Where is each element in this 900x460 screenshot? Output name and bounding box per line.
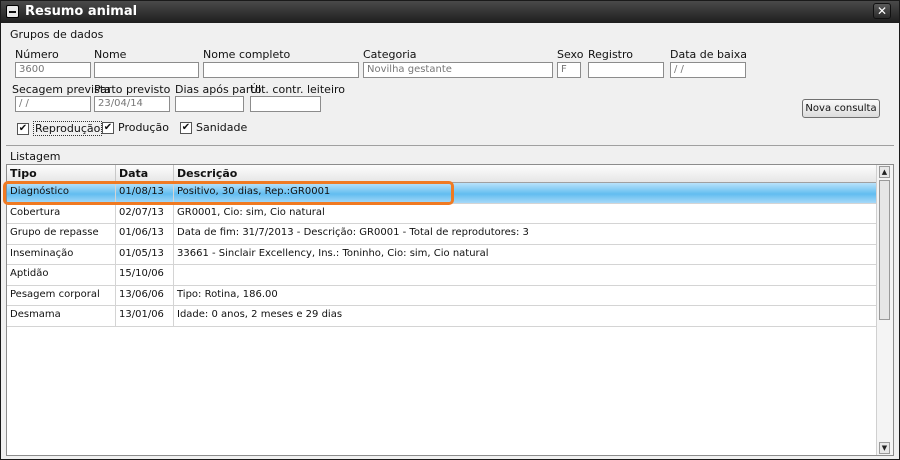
cell-descricao — [174, 265, 878, 285]
nome-completo-field[interactable] — [203, 62, 359, 78]
numero-label: Número — [15, 48, 59, 61]
cell-tipo: Cobertura — [7, 203, 116, 223]
categoria-field[interactable]: Novilha gestante — [363, 62, 553, 78]
categoria-label: Categoria — [363, 48, 417, 61]
cell-descricao: Tipo: Rotina, 186.00 — [177, 288, 278, 300]
check-icon: ✔ — [17, 122, 29, 135]
check-icon: ✔ — [180, 121, 192, 134]
table-row[interactable]: Inseminação 01/05/13 33661 - Sinclair Ex… — [7, 244, 878, 265]
cell-data: 13/01/06 — [116, 306, 174, 326]
table-row[interactable]: Desmama 13/01/06 Idade: 0 anos, 2 meses … — [7, 306, 878, 327]
highlight-annotation — [3, 181, 454, 205]
title-bar: Resumo animal ✕ — [1, 1, 899, 23]
nome-field[interactable] — [94, 62, 199, 78]
cell-descricao: Idade: 0 anos, 2 meses e 29 dias — [177, 309, 343, 320]
header-descricao[interactable]: Descrição — [174, 165, 878, 182]
cell-tipo: Pesagem corporal — [7, 285, 116, 305]
cell-data: 15/10/06 — [116, 265, 174, 285]
header-tipo[interactable]: Tipo — [7, 165, 116, 182]
cell-descricao: Data de fim: 31/7/2013 - Descrição: GR00… — [177, 227, 529, 238]
reproducao-label: Reprodução — [33, 121, 103, 136]
scroll-up-icon[interactable]: ▲ — [879, 166, 890, 178]
cell-descricao: GR0001, Cio: sim, Cio natural — [177, 206, 325, 218]
listagem-title: Listagem — [10, 150, 61, 163]
nome-completo-label: Nome completo — [203, 48, 291, 61]
close-button[interactable]: ✕ — [873, 3, 891, 19]
cell-tipo: Grupo de repasse — [7, 224, 116, 244]
reproducao-checkbox[interactable]: ✔ Reprodução — [17, 121, 103, 136]
parto-previsto-label: Parto previsto — [94, 83, 171, 96]
check-icon: ✔ — [102, 121, 114, 134]
numero-field[interactable]: 3600 — [15, 62, 91, 78]
parto-previsto-field[interactable]: 23/04/14 — [94, 96, 170, 112]
sanidade-checkbox[interactable]: ✔ Sanidade — [180, 121, 247, 134]
vertical-scrollbar[interactable]: ▲ ▼ — [876, 165, 893, 455]
registro-label: Registro — [588, 48, 634, 61]
cell-data: 02/07/13 — [116, 203, 174, 223]
cell-tipo: Desmama — [7, 306, 116, 326]
grupos-de-dados-panel: Grupos de dados Número 3600 Nome Nome co… — [6, 27, 894, 146]
scroll-thumb[interactable] — [879, 180, 890, 320]
window-title: Resumo animal — [25, 4, 138, 19]
cell-tipo: Inseminação — [7, 244, 116, 264]
nome-label: Nome — [94, 48, 127, 61]
sanidade-label: Sanidade — [196, 121, 248, 134]
sexo-field[interactable]: F — [557, 62, 581, 78]
dias-apos-parto-field[interactable] — [175, 96, 244, 112]
data-de-baixa-label: Data de baixa — [670, 48, 748, 61]
cell-tipo: Aptidão — [7, 265, 116, 285]
table-row[interactable]: Pesagem corporal 13/06/06 Tipo: Rotina, … — [7, 285, 878, 306]
table-row[interactable]: Grupo de repasse 01/06/13 Data de fim: 3… — [7, 224, 878, 245]
producao-checkbox[interactable]: ✔ Produção — [102, 121, 169, 134]
ult-contr-leiteiro-field[interactable] — [250, 96, 321, 112]
group-title: Grupos de dados — [10, 28, 104, 41]
dias-apos-parto-label: Dias após parto — [175, 83, 262, 96]
scroll-down-icon[interactable]: ▼ — [879, 442, 890, 454]
header-data[interactable]: Data — [116, 165, 174, 182]
cell-data: 13/06/06 — [116, 285, 174, 305]
sexo-label: Sexo — [557, 48, 584, 61]
nova-consulta-button[interactable]: Nova consulta — [802, 99, 880, 118]
resumo-animal-window: Resumo animal ✕ Grupos de dados Número 3… — [0, 0, 900, 460]
cell-data: 01/06/13 — [116, 224, 174, 244]
cell-descricao: 33661 - Sinclair Excellency, Ins.: Tonin… — [177, 247, 489, 259]
cell-data: 01/05/13 — [116, 244, 174, 264]
minimize-icon[interactable] — [6, 5, 19, 18]
table-row[interactable]: Aptidão 15/10/06 — [7, 265, 878, 286]
registro-field[interactable] — [588, 62, 664, 78]
listagem-table: Tipo Data Descrição Diagnóstico 01/08/13… — [6, 164, 894, 456]
data-de-baixa-field[interactable]: / / — [670, 62, 746, 78]
ult-contr-leiteiro-label: Últ. contr. leiteiro — [250, 83, 346, 96]
producao-label: Produção — [118, 121, 169, 134]
table-row[interactable]: Cobertura 02/07/13 GR0001, Cio: sim, Cio… — [7, 203, 878, 224]
secagem-prevista-field[interactable]: / / — [15, 96, 91, 112]
